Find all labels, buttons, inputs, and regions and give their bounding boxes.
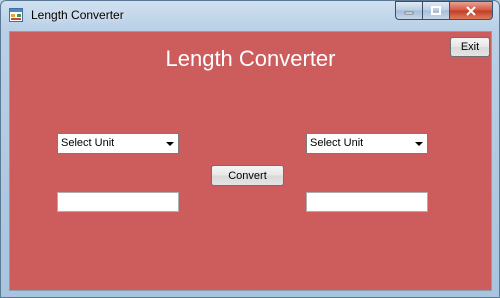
title-bar[interactable]: Length Converter (1, 1, 499, 29)
from-unit-select[interactable]: Select Unit (57, 133, 179, 154)
maximize-icon (431, 5, 441, 15)
from-value-input[interactable] (57, 192, 179, 212)
to-value-input[interactable] (306, 192, 428, 212)
form-client-area: Length Converter Exit Select Unit Select… (9, 31, 492, 291)
convert-button[interactable]: Convert (211, 165, 284, 186)
caption-buttons (395, 1, 493, 20)
app-window-icon (9, 8, 23, 22)
chevron-down-icon (415, 142, 423, 146)
maximize-button[interactable] (422, 1, 449, 20)
minimize-button[interactable] (395, 1, 422, 20)
window-title: Length Converter (31, 8, 124, 22)
to-unit-value: Select Unit (310, 137, 364, 149)
exit-button[interactable]: Exit (450, 37, 490, 57)
to-unit-select[interactable]: Select Unit (306, 133, 428, 154)
from-unit-value: Select Unit (61, 137, 115, 149)
app-window: Length Converter Length Converter Exit S… (0, 0, 500, 298)
close-icon (466, 5, 476, 16)
chevron-down-icon (166, 142, 174, 146)
form-heading: Length Converter (165, 46, 336, 71)
close-button[interactable] (449, 1, 493, 20)
minimize-icon (404, 11, 414, 14)
